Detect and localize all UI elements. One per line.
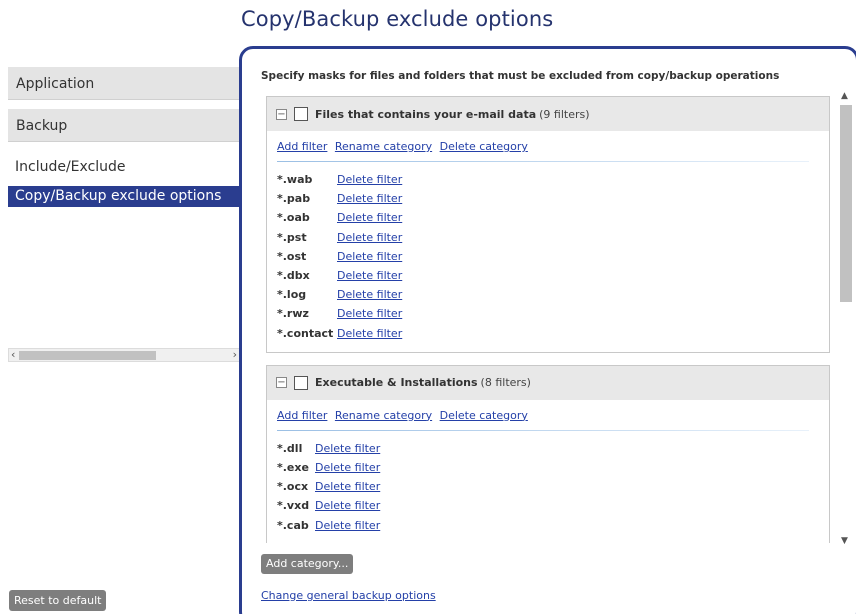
filter-row: *.wab Delete filter (277, 170, 829, 189)
add-category-button[interactable]: Add category... (261, 554, 354, 574)
divider (277, 429, 809, 431)
filter-row: *.dbx Delete filter (277, 266, 829, 285)
nav-item-copy-backup-exclude[interactable]: Copy/Backup exclude options (8, 186, 240, 207)
nav-item-include-exclude[interactable]: Include/Exclude (8, 157, 240, 178)
filter-mask: *.oab (277, 211, 310, 225)
category-name: Files that contains your e-mail data (315, 107, 537, 121)
filter-row: *.cab Delete filter (277, 515, 829, 534)
delete-filter-link[interactable]: Delete filter (337, 269, 402, 282)
delete-filter-link[interactable]: Delete filter (337, 327, 402, 340)
filter-row: *.rwz Delete filter (277, 304, 829, 323)
delete-category-link[interactable]: Delete category (440, 409, 528, 422)
filter-list: *.dll Delete filter *.exe Delete filter *.… (267, 439, 829, 543)
nav-group-application[interactable]: Application (8, 67, 240, 100)
delete-filter-link[interactable]: Delete filter (337, 192, 402, 205)
delete-filter-link[interactable]: Delete filter (315, 499, 380, 512)
filter-mask: *.ost (277, 249, 307, 263)
add-filter-link[interactable]: Add filter (277, 409, 327, 422)
reset-to-default-button[interactable]: Reset to default (9, 590, 107, 611)
category-actions: Add filter Rename category Delete catego… (267, 400, 829, 430)
instruction-text: Specify masks for files and folders that… (261, 70, 780, 82)
filter-row: *.dll Delete filter (277, 439, 829, 458)
delete-filter-link[interactable]: Delete filter (337, 307, 402, 320)
category-name: Executable & Installations (315, 376, 478, 390)
add-filter-link[interactable]: Add filter (277, 140, 327, 153)
filter-mask: *.pst (277, 230, 307, 244)
category-card: − Files that contains your e-mail data (… (266, 96, 830, 353)
delete-filter-link[interactable]: Delete filter (337, 250, 402, 263)
filter-mask: *.wab (277, 173, 313, 187)
filter-row: *.oab Delete filter (277, 208, 829, 227)
filter-mask: *.dll (277, 441, 303, 455)
scroll-down-icon[interactable]: ▼ (841, 536, 848, 546)
category-header: − Files that contains your e-mail data (… (267, 97, 829, 131)
delete-filter-link[interactable]: Delete filter (315, 442, 380, 455)
filter-mask: *.pab (277, 192, 311, 206)
collapse-icon[interactable]: − (276, 377, 287, 389)
category-actions: Add filter Rename category Delete catego… (267, 131, 829, 161)
delete-category-link[interactable]: Delete category (440, 140, 528, 153)
collapse-icon[interactable]: − (276, 108, 287, 120)
filter-row: *.ocx Delete filter (277, 477, 829, 496)
filter-list: *.wab Delete filter *.pab Delete filter *.… (267, 170, 829, 352)
delete-filter-link[interactable]: Delete filter (337, 173, 402, 186)
filter-mask: *.log (277, 288, 307, 302)
category-checkbox[interactable] (294, 107, 308, 121)
exclude-options-panel: Specify masks for files and folders that… (239, 46, 856, 614)
nav-horizontal-scrollbar[interactable]: ‹ › (8, 348, 240, 362)
filter-row: *.pab Delete filter (277, 189, 829, 208)
delete-filter-link[interactable]: Delete filter (337, 211, 402, 224)
nav-group-backup[interactable]: Backup (8, 109, 240, 142)
delete-filter-link[interactable]: Delete filter (315, 461, 380, 474)
category-checkbox[interactable] (294, 375, 308, 390)
filter-row: *.log Delete filter (277, 285, 829, 304)
rename-category-link[interactable]: Rename category (335, 140, 432, 153)
filter-mask: *.exe (277, 460, 309, 474)
delete-filter-link[interactable]: Delete filter (315, 480, 380, 493)
filter-mask: *.vxd (277, 499, 310, 513)
categories-scroll-area: − Files that contains your e-mail data (… (266, 96, 836, 543)
filter-row: *.ost Delete filter (277, 247, 829, 266)
change-general-backup-options-link[interactable]: Change general backup options (261, 589, 436, 602)
divider (277, 161, 809, 162)
categories-vertical-scrollbar[interactable]: ▲ ▼ (838, 91, 854, 546)
category-card: − Executable & Installations (8 filters)… (266, 364, 830, 543)
scroll-right-icon[interactable]: › (233, 348, 237, 361)
page-title: Copy/Backup exclude options (241, 7, 554, 31)
scroll-up-icon[interactable]: ▲ (841, 91, 848, 101)
filter-row: *.exe Delete filter (277, 458, 829, 477)
scroll-thumb[interactable] (19, 351, 156, 360)
filter-mask: *.cab (277, 518, 309, 532)
delete-filter-link[interactable]: Delete filter (315, 519, 380, 532)
scroll-thumb[interactable] (840, 105, 852, 302)
filter-mask: *.contact (277, 326, 334, 340)
filter-count: (8 filters) (480, 376, 531, 390)
scroll-left-icon[interactable]: ‹ (11, 348, 15, 361)
filter-mask: *.dbx (277, 269, 310, 283)
filter-row: *.pst Delete filter (277, 228, 829, 247)
filter-row: *.vxd Delete filter (277, 496, 829, 515)
filter-mask: *.ocx (277, 480, 309, 494)
delete-filter-link[interactable]: Delete filter (337, 288, 402, 301)
filter-row: *.contact Delete filter (277, 324, 829, 343)
filter-count: (9 filters) (539, 107, 590, 121)
rename-category-link[interactable]: Rename category (335, 409, 432, 422)
category-header: − Executable & Installations (8 filters) (267, 365, 829, 400)
delete-filter-link[interactable]: Delete filter (337, 231, 402, 244)
filter-mask: *.rwz (277, 307, 309, 321)
